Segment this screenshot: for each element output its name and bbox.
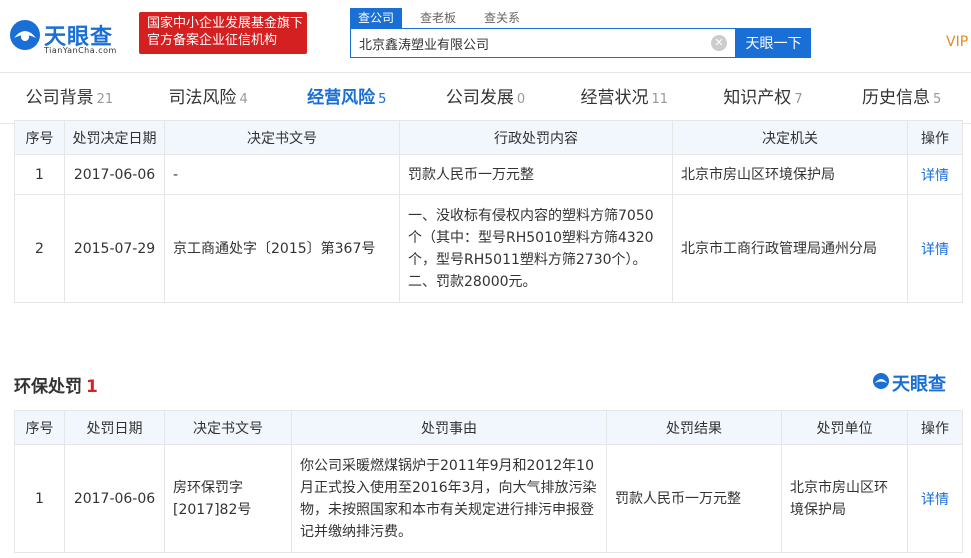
cell-doc: 房环保罚字[2017]82号 — [164, 444, 292, 553]
cell-action: 详情 — [907, 154, 963, 195]
col-result: 处罚结果 — [606, 410, 782, 445]
nav-operation-risk[interactable]: 经营风险 5 — [277, 73, 417, 123]
nav-history-info[interactable]: 历史信息 5 — [832, 73, 971, 123]
nav-company-development[interactable]: 公司发展 0 — [416, 73, 555, 123]
col-no: 序号 — [14, 410, 65, 445]
badge-line-1: 国家中小企业发展基金旗下 — [147, 16, 304, 31]
cell-result: 罚款人民币一万元整 — [606, 444, 782, 553]
col-doc-no: 决定书文号 — [164, 410, 292, 445]
tab-search-boss[interactable]: 查老板 — [410, 8, 466, 28]
table-row: 1 2017-06-06 房环保罚字[2017]82号 你公司采暖燃煤锅炉于20… — [14, 444, 963, 553]
table-header-row: 序号 处罚决定日期 决定书文号 行政处罚内容 决定机关 操作 — [14, 120, 963, 155]
env-penalty-title: 环保处罚 1 — [14, 377, 98, 397]
watermark-text: 天眼查 — [892, 374, 946, 395]
admin-penalty-table: 序号 处罚决定日期 决定书文号 行政处罚内容 决定机关 操作 1 2017-06… — [14, 120, 963, 303]
cell-date: 2017-06-06 — [64, 444, 165, 553]
section-nav: 公司背景 21 司法风险 4 经营风险 5 公司发展 0 经营状况 11 知识产权 7 历史… — [0, 72, 971, 124]
col-no: 序号 — [14, 120, 65, 155]
nav-operation-status[interactable]: 经营状况 11 — [555, 73, 694, 123]
cell-no: 2 — [14, 194, 65, 303]
col-unit: 处罚单位 — [781, 410, 908, 445]
cell-content: 罚款人民币一万元整 — [399, 154, 673, 195]
col-action: 操作 — [907, 120, 963, 155]
tianyancha-logo[interactable]: 天眼查 TianYanCha.com — [4, 10, 134, 58]
search-type-tabs: 查公司 查老板 查关系 — [350, 8, 538, 28]
col-authority: 决定机关 — [672, 120, 908, 155]
table-row: 1 2017-06-06 - 罚款人民币一万元整 北京市房山区环境保护局 详情 — [14, 154, 963, 195]
cell-no: 1 — [14, 154, 65, 195]
search-box: ✕ — [350, 28, 736, 58]
clear-icon[interactable]: ✕ — [711, 35, 727, 51]
col-penalty-content: 行政处罚内容 — [399, 120, 673, 155]
cell-no: 1 — [14, 444, 65, 553]
table-header-row: 序号 处罚日期 决定书文号 处罚事由 处罚结果 处罚单位 操作 — [14, 410, 963, 445]
tab-search-relation[interactable]: 查关系 — [474, 8, 530, 28]
table-row: 2 2015-07-29 京工商通处字〔2015〕第367号 一、没收标有侵权内… — [14, 194, 963, 303]
cell-doc: 京工商通处字〔2015〕第367号 — [164, 194, 400, 303]
cell-reason: 你公司采暖燃煤锅炉于2011年9月和2012年10月正式投入使用至2016年3月… — [291, 444, 607, 553]
search-input[interactable] — [351, 29, 701, 57]
col-decision-date: 处罚决定日期 — [64, 120, 165, 155]
detail-link[interactable]: 详情 — [921, 492, 949, 508]
nav-company-background[interactable]: 公司背景 21 — [0, 73, 139, 123]
cell-action: 详情 — [907, 194, 963, 303]
col-reason: 处罚事由 — [291, 410, 607, 445]
cell-action: 详情 — [907, 444, 963, 553]
detail-link[interactable]: 详情 — [921, 168, 949, 184]
cell-unit: 北京市房山区环境保护局 — [781, 444, 908, 553]
cell-authority: 北京市工商行政管理局通州分局 — [672, 194, 908, 303]
vip-link[interactable]: VIP — [946, 34, 968, 50]
search-button[interactable]: 天眼一下 — [736, 28, 811, 58]
nav-intellectual-property[interactable]: 知识产权 7 — [694, 73, 833, 123]
env-penalty-count: 1 — [86, 377, 98, 397]
detail-link[interactable]: 详情 — [921, 242, 949, 258]
cell-date: 2015-07-29 — [64, 194, 165, 303]
cell-doc: - — [164, 154, 400, 195]
watermark-eye-icon — [873, 373, 889, 389]
logo-subtext: TianYanCha.com — [44, 46, 117, 55]
col-doc-no: 决定书文号 — [164, 120, 400, 155]
badge-line-2: 官方备案企业征信机构 — [147, 33, 278, 48]
official-badge: 国家中小企业发展基金旗下 官方备案企业征信机构 — [139, 12, 307, 54]
col-penalty-date: 处罚日期 — [64, 410, 165, 445]
env-penalty-table: 序号 处罚日期 决定书文号 处罚事由 处罚结果 处罚单位 操作 1 2017-0… — [14, 410, 963, 553]
col-action: 操作 — [907, 410, 963, 445]
top-header: 天眼查 TianYanCha.com 国家中小企业发展基金旗下 官方备案企业征信… — [0, 0, 971, 72]
nav-judicial-risk[interactable]: 司法风险 4 — [139, 73, 278, 123]
cell-authority: 北京市房山区环境保护局 — [672, 154, 908, 195]
cell-content: 一、没收标有侵权内容的塑料方筛7050个（其中：型号RH5010塑料方筛4320… — [399, 194, 673, 303]
cell-date: 2017-06-06 — [64, 154, 165, 195]
logo-eye-icon — [10, 20, 40, 50]
tab-search-company[interactable]: 查公司 — [350, 8, 403, 28]
